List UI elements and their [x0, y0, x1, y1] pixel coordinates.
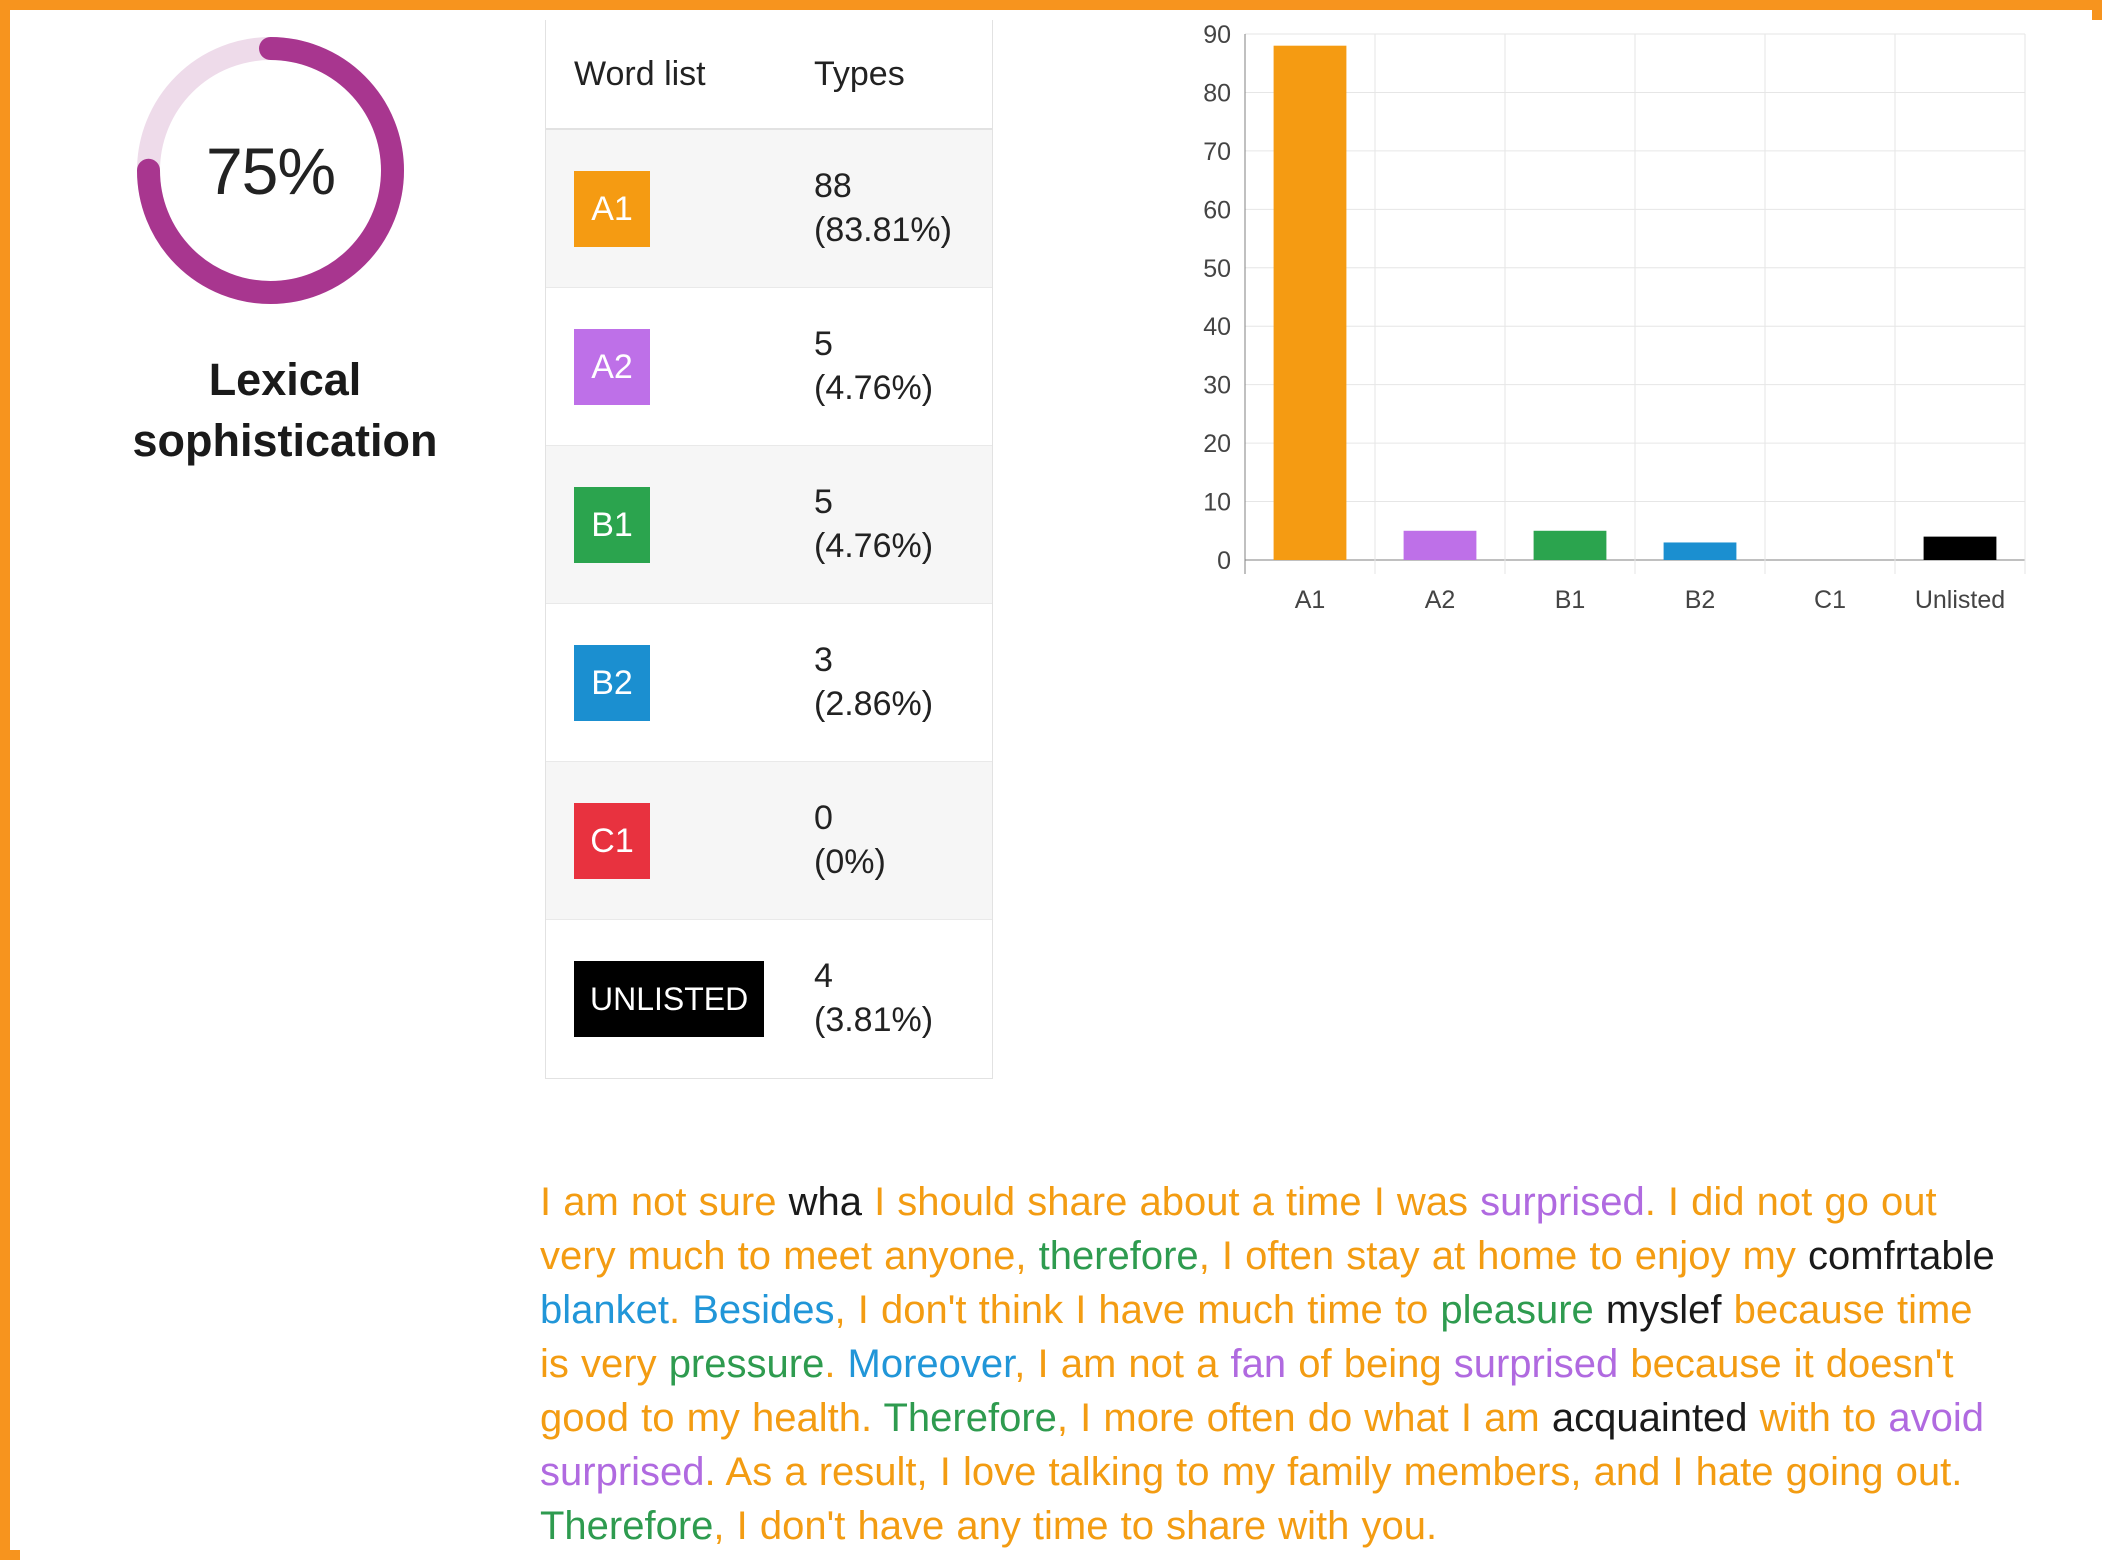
column-header-word-list: Word list — [574, 54, 706, 93]
types-cell: 5 (4.76%) — [814, 323, 933, 410]
svg-text:80: 80 — [1203, 79, 1231, 107]
essay-token-a1: . — [668, 1288, 693, 1332]
word-list-badge-cell: UNLISTED — [574, 961, 814, 1037]
essay-token-a1: . As a result, I love talking to my fami… — [704, 1450, 1974, 1494]
word-list-badge-cell: A1 — [574, 170, 814, 247]
svg-text:10: 10 — [1203, 489, 1231, 517]
essay-token-b2: blanket — [540, 1288, 669, 1332]
table-row: UNLISTED 4 (3.81%) — [546, 920, 992, 1078]
level-badge-b1: B1 — [574, 486, 650, 563]
essay-token-a2: avoid — [1888, 1396, 1985, 1440]
types-percent: (3.81%) — [814, 1001, 934, 1039]
essay-token-b1: pleasure — [1440, 1288, 1594, 1332]
essay-token-a1: I should share about a time I was — [861, 1180, 1481, 1224]
report-canvas: 75% Lexical sophistication Word list Typ… — [20, 20, 2102, 1560]
svg-text:70: 70 — [1203, 138, 1231, 166]
svg-text:30: 30 — [1203, 372, 1231, 400]
types-percent: (4.76%) — [814, 368, 934, 407]
svg-text:C1: C1 — [1814, 586, 1846, 614]
essay-token-a2: fan — [1230, 1342, 1287, 1386]
essay-token-unlisted: acquainted — [1551, 1396, 1748, 1440]
essay-token-a1: I am not sure — [540, 1180, 789, 1224]
table-header-row: Word list Types — [546, 20, 992, 130]
essay-token-b2: Moreover — [847, 1342, 1015, 1386]
svg-text:90: 90 — [1203, 21, 1231, 49]
essay-token-a1: , I more often do what I am — [1056, 1396, 1552, 1440]
essay-token-a1 — [1995, 1234, 2007, 1278]
essay-token-a1 — [1984, 1396, 1996, 1440]
gauge-caption: Lexical sophistication — [20, 350, 550, 472]
level-badge-b2: B2 — [574, 644, 650, 721]
gauge-caption-line-2: sophistication — [132, 414, 438, 466]
types-count: 88 — [814, 166, 852, 205]
gauge-percent-value: 75% — [205, 133, 336, 208]
table-row: C1 0 (0%) — [546, 762, 992, 920]
svg-text:50: 50 — [1203, 255, 1231, 283]
types-count: 5 — [814, 324, 833, 363]
essay-token-a1: of being — [1286, 1342, 1454, 1386]
essay-token-unlisted: wha — [788, 1180, 862, 1224]
level-badge-unlisted: UNLISTED — [574, 961, 765, 1037]
essay-token-a1: with to — [1747, 1396, 1889, 1440]
word-list-badge-cell: A2 — [574, 328, 814, 405]
level-badge-a2: A2 — [574, 328, 650, 405]
essay-token-a1: , I don't think I have much time to — [834, 1288, 1441, 1332]
lexical-sophistication-gauge: 75% Lexical sophistication — [20, 20, 550, 520]
gauge-caption-line-1: Lexical — [208, 354, 362, 405]
svg-text:A2: A2 — [1425, 586, 1456, 614]
essay-token-a1: , I often stay at home to enjoy my — [1198, 1234, 1808, 1278]
svg-text:20: 20 — [1203, 430, 1231, 458]
types-cell: 0 (0%) — [814, 797, 886, 884]
types-count: 4 — [814, 957, 833, 996]
types-count: 5 — [814, 482, 833, 521]
essay-token-a1 — [1594, 1288, 1606, 1332]
essay-token-a1: , I don't have any time to share with yo… — [713, 1504, 1438, 1548]
essay-token-unlisted: myslef — [1605, 1288, 1722, 1332]
svg-text:A1: A1 — [1295, 586, 1326, 614]
essay-token-a2: surprised — [1480, 1180, 1645, 1224]
table-row: A1 88 (83.81%) — [546, 130, 992, 288]
types-cell: 5 (4.76%) — [814, 481, 933, 568]
svg-text:0: 0 — [1217, 547, 1231, 575]
essay-token-a2: surprised — [1453, 1342, 1619, 1386]
types-percent: (4.76%) — [814, 526, 934, 565]
essay-token-b1: Therefore — [540, 1504, 714, 1548]
essay-token-a1: , I am not a — [1014, 1342, 1231, 1386]
word-list-badge-cell: B1 — [574, 486, 814, 563]
types-percent: (2.86%) — [814, 684, 934, 723]
svg-text:Unlisted: Unlisted — [1915, 586, 2005, 614]
table-row: A2 5 (4.76%) — [546, 288, 992, 446]
essay-token-b1: Therefore — [883, 1396, 1057, 1440]
level-badge-a1: A1 — [574, 170, 650, 247]
svg-text:B2: B2 — [1685, 586, 1716, 614]
svg-text:B1: B1 — [1555, 586, 1586, 614]
types-cell: 88 (83.81%) — [814, 165, 952, 252]
annotated-essay-text: I am not sure wha I should share about a… — [540, 1175, 2010, 1553]
svg-text:60: 60 — [1203, 196, 1231, 224]
level-badge-c1: C1 — [574, 802, 650, 879]
types-cell: 3 (2.86%) — [814, 639, 933, 726]
types-percent: (83.81%) — [814, 210, 952, 249]
essay-token-b1: pressure — [668, 1342, 825, 1386]
column-header-types: Types — [814, 54, 905, 93]
types-percent: (0%) — [814, 842, 886, 881]
types-cell: 4 (3.81%) — [814, 955, 933, 1042]
word-list-badge-cell: C1 — [574, 802, 814, 879]
table-row: B1 5 (4.76%) — [546, 446, 992, 604]
essay-token-a2: surprised — [540, 1450, 705, 1494]
word-list-badge-cell: B2 — [574, 644, 814, 721]
essay-token-b1: therefore — [1038, 1234, 1199, 1278]
word-list-bar-chart: 0 10 20 30 40 50 60 70 80 90 A1 A2 B1 B2 C1 Unlisted — [1155, 20, 2055, 630]
word-list-table: Word list Types A1 88 (83.81%) A2 5 (4.7… — [545, 20, 993, 1079]
donut-chart: 75% — [128, 28, 413, 313]
types-count: 0 — [814, 798, 833, 837]
table-row: B2 3 (2.86%) — [546, 604, 992, 762]
types-count: 3 — [814, 640, 833, 679]
svg-text:40: 40 — [1203, 313, 1231, 341]
essay-token-unlisted: comfrtable — [1807, 1234, 1995, 1278]
orange-page-frame: 75% Lexical sophistication Word list Typ… — [0, 0, 2102, 1560]
essay-token-b2: Besides — [692, 1288, 835, 1332]
essay-token-a1: . — [824, 1342, 848, 1386]
